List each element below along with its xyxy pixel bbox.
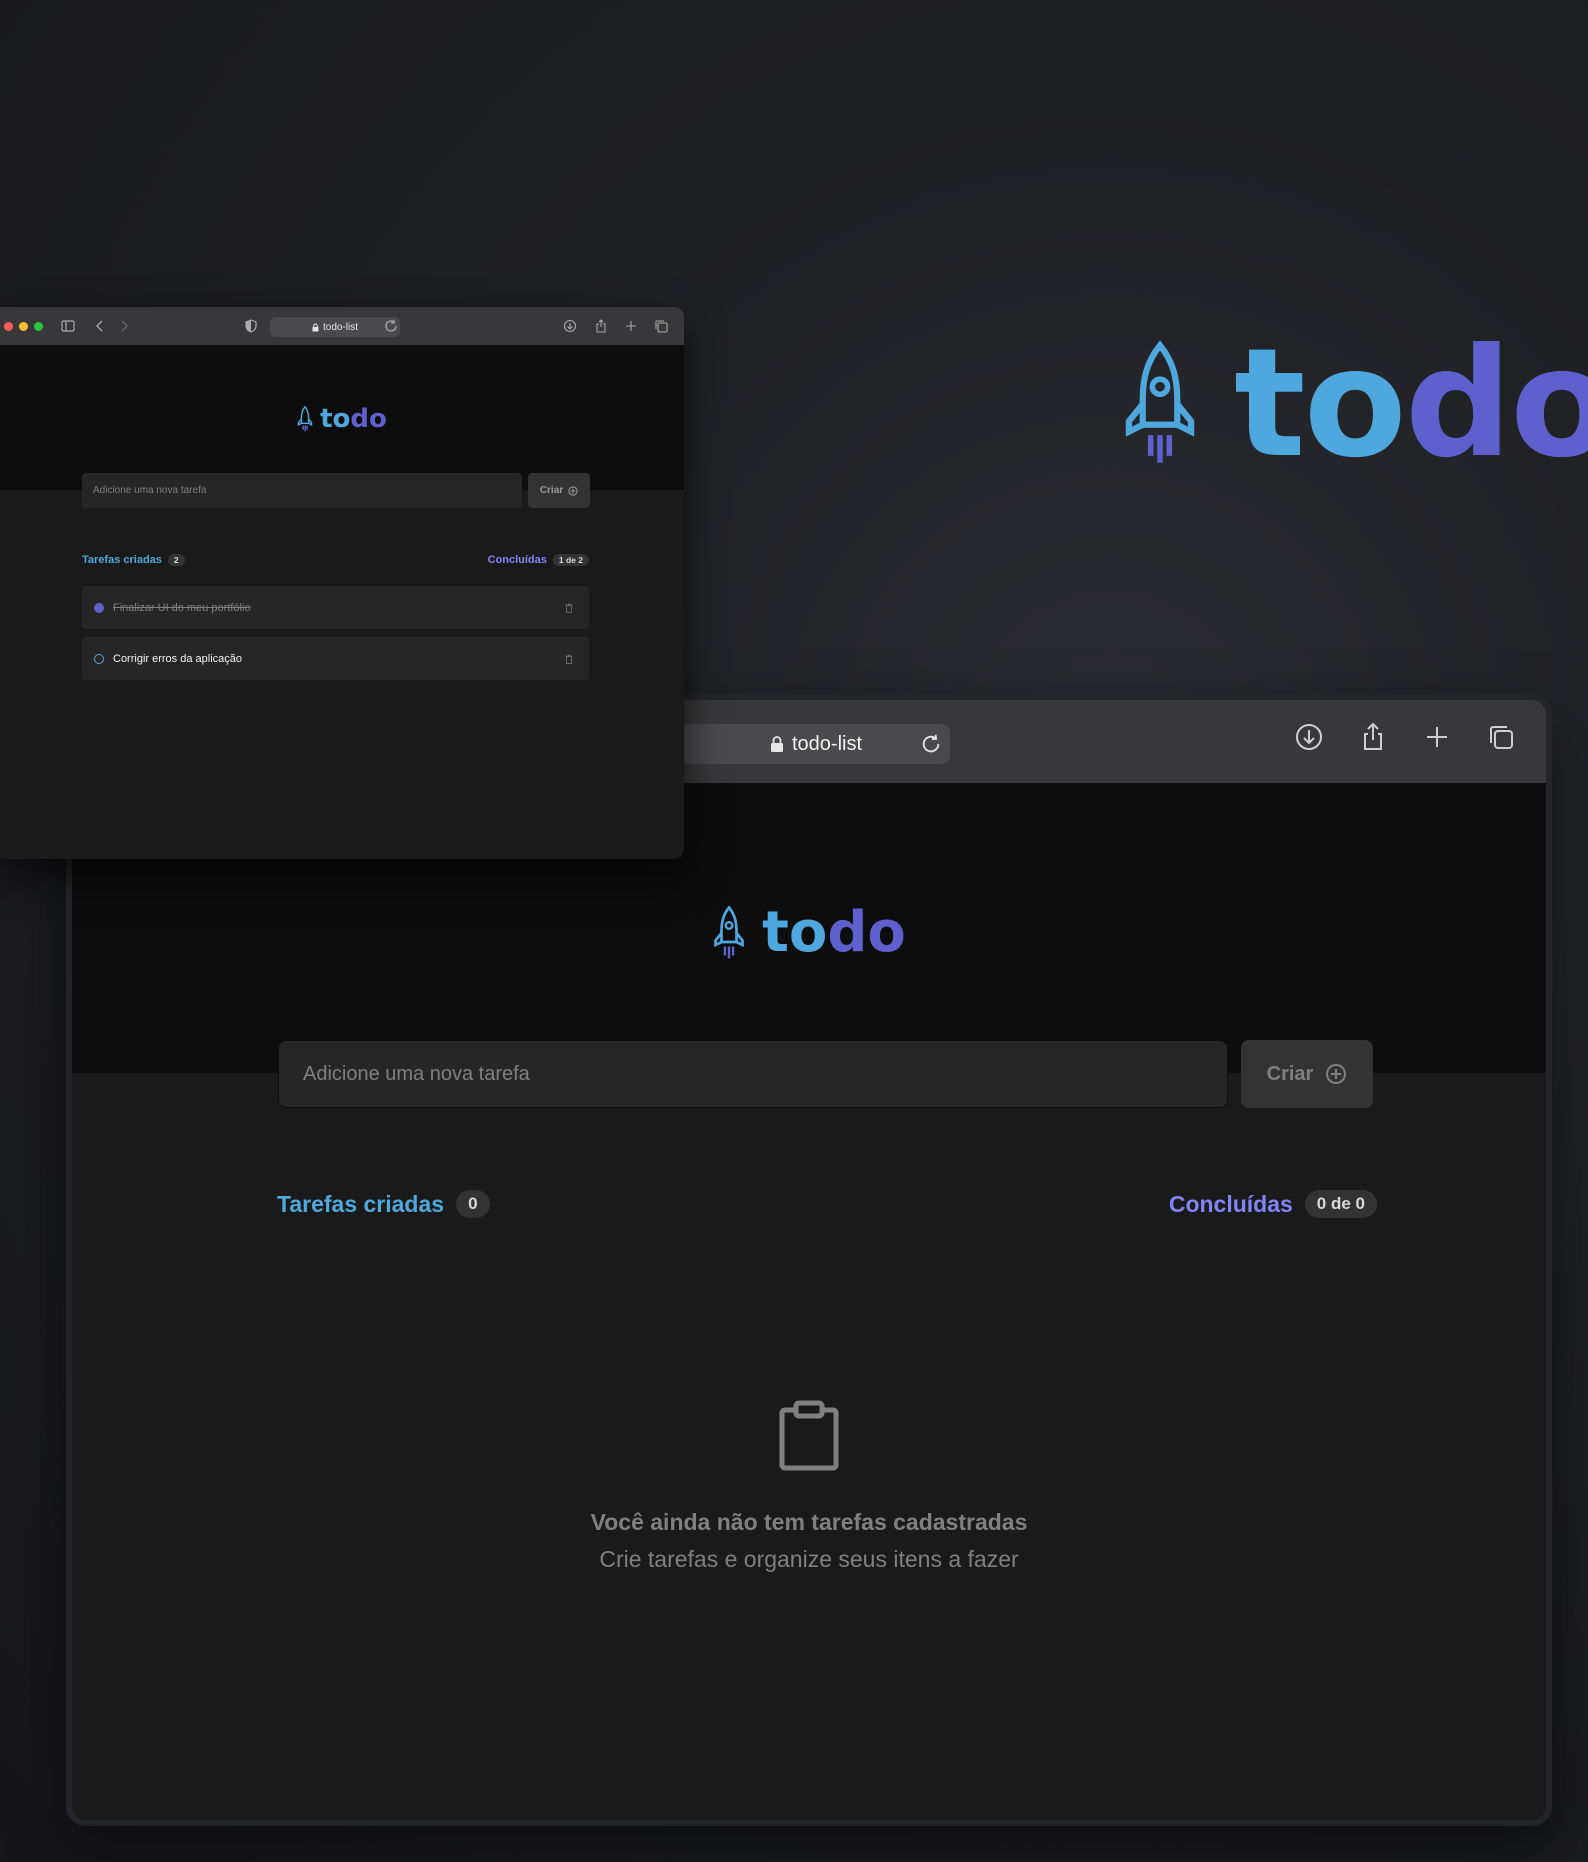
new-task-form: Adicione uma nova tarefa Criar <box>278 1040 1373 1108</box>
create-button-label: Criar <box>1266 1062 1314 1085</box>
logo-text-do: do <box>827 900 906 965</box>
mini-app-logo: todo <box>0 404 684 434</box>
task-label: Corrigir erros da aplicação <box>113 652 242 665</box>
task-checkbox[interactable] <box>94 653 104 664</box>
back-icon[interactable] <box>93 319 107 333</box>
plus-icon[interactable] <box>624 319 638 333</box>
created-counter: Tarefas criadas 0 <box>277 1190 490 1218</box>
logo-text-to: to <box>1234 317 1407 491</box>
mini-address-text: todo-list <box>322 321 358 333</box>
forward-icon[interactable] <box>117 319 131 333</box>
plus-circle-icon <box>568 485 578 496</box>
mini-address-bar[interactable]: todo-list <box>270 317 400 337</box>
download-icon[interactable] <box>1294 722 1324 752</box>
create-button-label: Criar <box>539 485 564 496</box>
mini-task-counters: Tarefas criadas 2 Concluídas 1 de 2 <box>82 554 589 566</box>
mini-new-task-form: Adicione uma nova tarefa Criar <box>82 473 590 508</box>
empty-title: Você ainda não tem tarefas cadastradas <box>590 1509 1028 1535</box>
done-label: Concluídas <box>487 554 547 566</box>
task-label: Finalizar UI do meu portfólio <box>113 601 251 614</box>
empty-subtitle: Crie tarefas e organize seus itens a faz… <box>599 1546 1019 1572</box>
clipboard-icon <box>779 1400 839 1471</box>
created-label: Tarefas criadas <box>277 1190 445 1217</box>
new-task-input[interactable]: Adicione uma nova tarefa <box>278 1040 1228 1108</box>
rocket-icon <box>297 406 313 432</box>
trash-icon[interactable] <box>565 603 573 613</box>
shield-icon[interactable] <box>244 319 258 333</box>
address-text: todo-list <box>791 732 863 755</box>
task-counters: Tarefas criadas 0 Concluídas 0 de 0 <box>277 1190 1377 1218</box>
input-placeholder: Adicione uma nova tarefa <box>303 1062 530 1085</box>
trash-icon[interactable] <box>565 654 573 664</box>
empty-state: Você ainda não tem tarefas cadastradas C… <box>72 1400 1546 1573</box>
mini-create-button[interactable]: Criar <box>528 473 590 508</box>
address-bar[interactable]: todo-list <box>682 724 950 764</box>
hero-logo: todo <box>1122 329 1588 479</box>
sidebar-icon[interactable] <box>61 319 75 333</box>
main-browser-window: todo-list todo Adicione uma nova tarefa … <box>72 700 1546 1820</box>
created-count-badge: 0 <box>456 1190 490 1218</box>
created-label: Tarefas criadas <box>82 554 162 566</box>
task-item[interactable]: Corrigir erros da aplicação <box>82 637 589 680</box>
logo-text-do: do <box>350 404 387 434</box>
rocket-icon <box>714 905 744 958</box>
create-button[interactable]: Criar <box>1241 1040 1373 1108</box>
reload-icon[interactable] <box>384 319 398 333</box>
done-count-badge: 1 de 2 <box>552 554 589 566</box>
download-icon[interactable] <box>563 319 577 333</box>
tabs-icon[interactable] <box>1486 722 1516 752</box>
minimize-window-icon[interactable] <box>19 322 28 331</box>
logo-text-do: do <box>1404 317 1588 491</box>
rocket-icon <box>1125 340 1195 463</box>
lock-icon <box>770 736 783 752</box>
input-placeholder: Adicione uma nova tarefa <box>93 485 207 496</box>
mini-created-counter: Tarefas criadas 2 <box>82 554 185 566</box>
task-list: Finalizar UI do meu portfólio Corrigir e… <box>82 586 589 688</box>
done-label: Concluídas <box>1168 1190 1293 1217</box>
tabs-icon[interactable] <box>654 319 668 333</box>
lock-icon <box>312 323 319 331</box>
reload-icon[interactable] <box>920 733 942 755</box>
logo-text-to: to <box>320 404 351 434</box>
app-logo-text: todo <box>762 900 906 965</box>
mini-done-counter: Concluídas 1 de 2 <box>488 554 589 566</box>
maximize-window-icon[interactable] <box>34 322 43 331</box>
share-icon[interactable] <box>594 319 608 333</box>
plus-icon[interactable] <box>1422 722 1452 752</box>
task-item[interactable]: Finalizar UI do meu portfólio <box>82 586 589 629</box>
created-count-badge: 2 <box>167 554 185 566</box>
done-count-badge: 0 de 0 <box>1304 1190 1377 1218</box>
close-window-icon[interactable] <box>4 322 13 331</box>
window-controls <box>4 322 43 331</box>
task-checkbox-checked[interactable] <box>94 602 104 613</box>
share-icon[interactable] <box>1358 722 1388 752</box>
mini-browser-window: todo-list todo Adicione uma nova tarefa … <box>0 307 684 859</box>
mini-browser-toolbar: todo-list <box>0 307 684 345</box>
hero-logo-text: todo <box>1234 329 1588 479</box>
done-counter: Concluídas 0 de 0 <box>1169 1190 1377 1218</box>
logo-text-to: to <box>762 900 828 965</box>
mini-new-task-input[interactable]: Adicione uma nova tarefa <box>82 473 522 508</box>
mini-app-logo-text: todo <box>320 404 387 434</box>
plus-circle-icon <box>1326 1064 1347 1084</box>
app-logo: todo <box>72 900 1546 965</box>
